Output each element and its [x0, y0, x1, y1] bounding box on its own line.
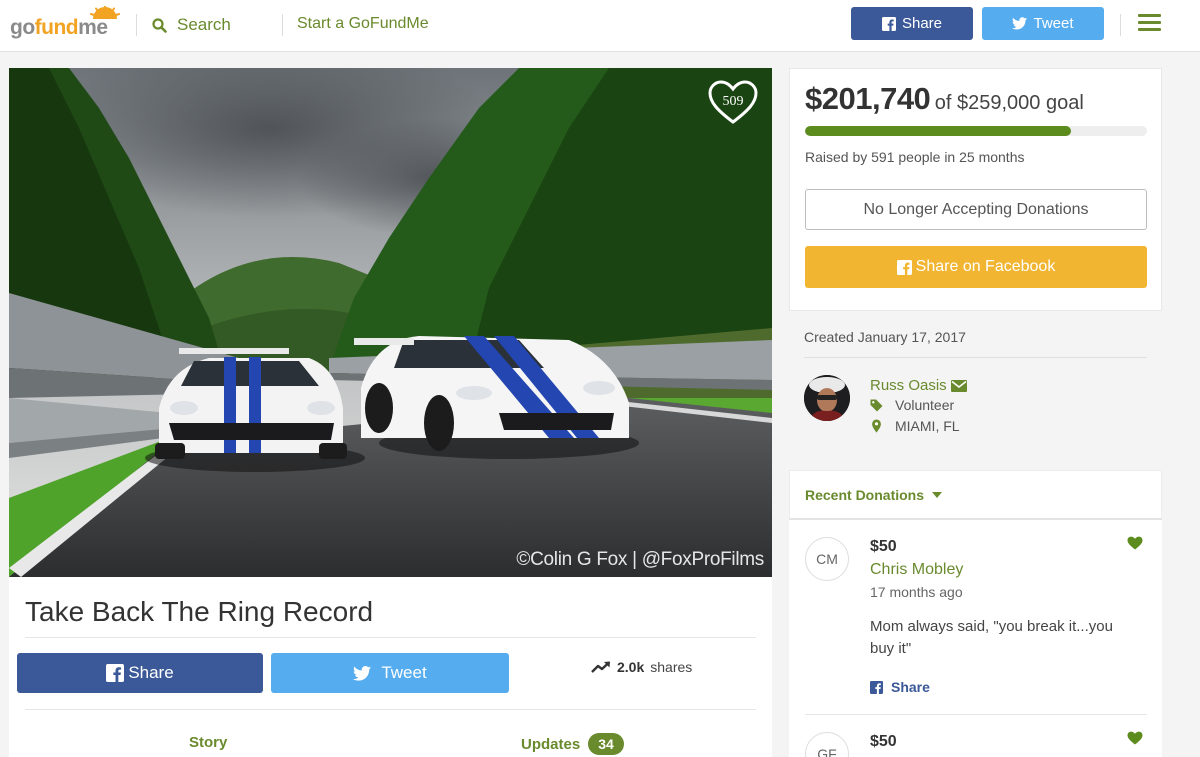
- heart-icon[interactable]: [1127, 536, 1143, 550]
- created-date: Created January 17, 2017: [804, 329, 966, 345]
- facebook-share-label: Share: [128, 663, 174, 682]
- facebook-icon: [106, 664, 125, 682]
- share-on-facebook-label: Share on Facebook: [915, 258, 1056, 275]
- amount-raised: $201,740 of $259,000 goal: [805, 81, 1084, 117]
- goal-text: of $259,000 goal: [934, 92, 1084, 114]
- divider: [25, 709, 756, 710]
- search-label: Search: [177, 15, 231, 34]
- recent-donations-header: Recent Donations: [789, 470, 1162, 520]
- facebook-share-button[interactable]: Share: [17, 653, 263, 693]
- header-divider: [1120, 14, 1121, 36]
- photo-credit: ©Colin G Fox | @FoxProFilms: [516, 549, 764, 570]
- organizer-name: Russ Oasis: [870, 377, 947, 394]
- facebook-icon: [896, 259, 912, 275]
- divider: [805, 714, 1147, 715]
- donation-amount: $50: [870, 733, 897, 750]
- header-facebook-share-button[interactable]: Share: [851, 7, 973, 40]
- search-icon: [152, 17, 167, 33]
- organizer-role: Volunteer: [870, 397, 954, 413]
- shares-suffix: shares: [650, 659, 693, 675]
- donation-share-label: Share: [891, 679, 930, 695]
- envelope-icon[interactable]: [950, 379, 967, 392]
- updates-count-badge: 34: [588, 733, 624, 755]
- organizer-avatar[interactable]: [804, 375, 850, 421]
- tab-updates-label: Updates: [521, 735, 581, 753]
- organizer-location-text: MIAMI, FL: [895, 418, 960, 434]
- facebook-icon: [881, 16, 896, 31]
- donation-time: 17 months ago: [870, 584, 963, 600]
- header-tweet-button[interactable]: Tweet: [982, 7, 1104, 40]
- map-pin-icon: [872, 419, 881, 433]
- raised-by-text: Raised by 591 people in 25 months: [805, 149, 1025, 165]
- organizer-role-text: Volunteer: [895, 397, 955, 413]
- tweet-label: Tweet: [381, 663, 427, 682]
- menu-icon[interactable]: [1138, 14, 1161, 32]
- divider: [25, 637, 756, 638]
- recent-donations-dropdown[interactable]: Recent Donations: [805, 487, 943, 503]
- start-gofundme-link[interactable]: Start a GoFundMe: [297, 15, 429, 33]
- header-divider: [282, 14, 283, 36]
- race-cars-photo: [9, 68, 772, 577]
- raised-amount: $201,740: [805, 81, 931, 116]
- divider: [804, 357, 1147, 358]
- donation-summary-card: $201,740 of $259,000 goal Raised by 591 …: [789, 68, 1162, 311]
- campaign-title: Take Back The Ring Record: [25, 596, 374, 627]
- no-longer-accepting-button[interactable]: No Longer Accepting Donations: [805, 189, 1147, 230]
- progress-fill: [805, 126, 1072, 136]
- donor-initials-avatar: CM: [805, 537, 849, 581]
- logo-wordmark: gofundme: [10, 16, 108, 39]
- header-divider: [136, 14, 137, 36]
- twitter-icon: [353, 665, 372, 681]
- like-heart-button[interactable]: 509: [707, 80, 759, 126]
- tab-updates[interactable]: Updates 34: [521, 733, 624, 755]
- gofundme-logo[interactable]: gofundme: [10, 6, 122, 42]
- share-on-facebook-button[interactable]: Share on Facebook: [805, 246, 1147, 288]
- search-link[interactable]: Search: [152, 14, 231, 36]
- header-share-label: Share: [901, 15, 943, 32]
- tag-icon: [870, 399, 883, 411]
- shares-number: 2.0k: [617, 659, 645, 675]
- facebook-icon: [870, 680, 883, 694]
- heart-icon[interactable]: [1127, 731, 1143, 745]
- caret-down-icon: [932, 492, 943, 498]
- tab-story[interactable]: Story: [189, 734, 227, 751]
- campaign-card: 509 ©Colin G Fox | @FoxProFilms Take Bac…: [9, 68, 772, 757]
- top-header: gofundme Search Start a GoFundMe Share T…: [0, 0, 1200, 52]
- organizer-location: MIAMI, FL: [870, 418, 960, 434]
- donor-name: Chris Mobley: [870, 561, 964, 578]
- twitter-icon: [1012, 17, 1028, 30]
- funding-progress-bar: [805, 126, 1147, 136]
- tweet-button[interactable]: Tweet: [271, 653, 509, 693]
- donation-share-link[interactable]: Share: [870, 679, 930, 695]
- header-tweet-label: Tweet: [1033, 15, 1074, 32]
- donation-amount: $50: [870, 538, 897, 555]
- campaign-hero-image: 509 ©Colin G Fox | @FoxProFilms: [9, 68, 772, 577]
- trending-up-icon: [591, 661, 610, 673]
- avatar-photo: [804, 375, 850, 421]
- like-count: 509: [722, 94, 744, 109]
- organizer-name-link[interactable]: Russ Oasis: [870, 377, 967, 394]
- recent-donations-label: Recent Donations: [805, 487, 925, 503]
- shares-count: 2.0k shares: [591, 659, 692, 675]
- donation-message: Mom always said, "you break it...you buy…: [870, 618, 1113, 657]
